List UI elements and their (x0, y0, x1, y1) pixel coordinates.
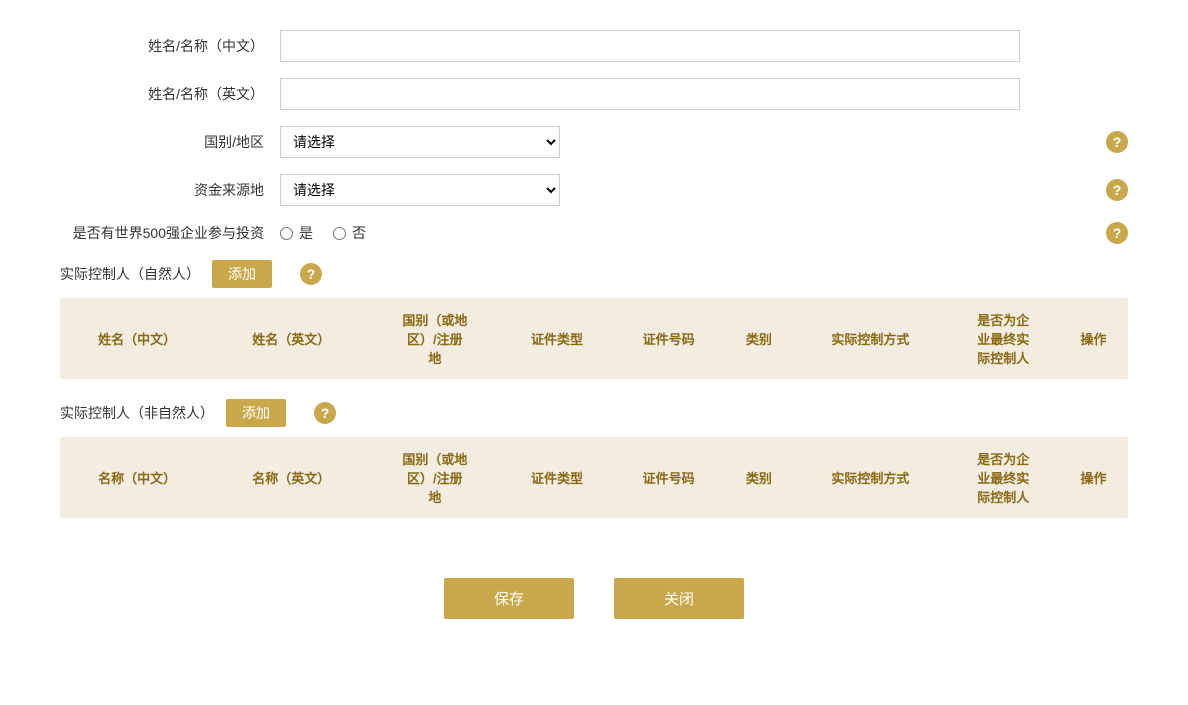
non-natural-controller-header-row: 名称（中文） 名称（英文） 国别（或地区）/注册地 证件类型 证件号码 类别 实… (60, 437, 1128, 518)
natural-controller-add-btn[interactable]: 添加 (212, 260, 272, 288)
natural-col-name-en: 姓名（英文） (214, 298, 368, 379)
natural-col-name-cn: 姓名（中文） (60, 298, 214, 379)
close-button[interactable]: 关闭 (614, 578, 744, 619)
natural-controller-title: 实际控制人（自然人） (60, 264, 200, 284)
non-natural-col-name-cn: 名称（中文） (60, 437, 214, 518)
fortune500-yes-label[interactable]: 是 (280, 223, 313, 243)
name-en-input[interactable] (280, 78, 1020, 110)
name-en-row: 姓名/名称（英文） (60, 78, 1128, 110)
country-label: 国别/地区 (60, 132, 280, 152)
natural-controller-header-row: 姓名（中文） 姓名（英文） 国别（或地区）/注册地 证件类型 证件号码 类别 实… (60, 298, 1128, 379)
natural-controller-thead: 姓名（中文） 姓名（英文） 国别（或地区）/注册地 证件类型 证件号码 类别 实… (60, 298, 1128, 379)
non-natural-controller-help-icon[interactable]: ? (314, 402, 336, 424)
fortune500-yes-text: 是 (299, 223, 313, 243)
natural-col-is-final: 是否为企业最终实际控制人 (947, 298, 1059, 379)
save-button[interactable]: 保存 (444, 578, 574, 619)
non-natural-controller-header: 实际控制人（非自然人） 添加 ? (60, 399, 1128, 427)
fortune500-help-icon[interactable]: ? (1106, 222, 1128, 244)
country-row: 国别/地区 请选择 ? (60, 126, 1128, 158)
natural-col-control-method: 实际控制方式 (793, 298, 947, 379)
country-help-icon[interactable]: ? (1106, 131, 1128, 153)
non-natural-col-category: 类别 (724, 437, 793, 518)
name-cn-label: 姓名/名称（中文） (60, 36, 280, 56)
natural-controller-help-icon[interactable]: ? (300, 263, 322, 285)
non-natural-col-cert-type: 证件类型 (501, 437, 613, 518)
natural-controller-section: 实际控制人（自然人） 添加 ? 姓名（中文） 姓名（英文） 国别（或地区）/注册… (60, 260, 1128, 379)
fortune500-no-radio[interactable] (333, 227, 346, 240)
fortune500-radio-group: 是 否 (280, 223, 366, 243)
fortune500-label: 是否有世界500强企业参与投资 (60, 223, 280, 243)
non-natural-controller-thead: 名称（中文） 名称（英文） 国别（或地区）/注册地 证件类型 证件号码 类别 实… (60, 437, 1128, 518)
fortune500-no-text: 否 (352, 223, 366, 243)
fund-source-help-icon[interactable]: ? (1106, 179, 1128, 201)
name-cn-input[interactable] (280, 30, 1020, 62)
natural-controller-table: 姓名（中文） 姓名（英文） 国别（或地区）/注册地 证件类型 证件号码 类别 实… (60, 298, 1128, 379)
natural-col-cert-type: 证件类型 (501, 298, 613, 379)
fortune500-row: 是否有世界500强企业参与投资 是 否 ? (60, 222, 1128, 244)
name-cn-row: 姓名/名称（中文） (60, 30, 1128, 62)
non-natural-col-control-method: 实际控制方式 (793, 437, 947, 518)
natural-col-operation: 操作 (1059, 298, 1128, 379)
non-natural-col-country: 国别（或地区）/注册地 (368, 437, 501, 518)
non-natural-controller-title: 实际控制人（非自然人） (60, 403, 214, 423)
natural-controller-header: 实际控制人（自然人） 添加 ? (60, 260, 1128, 288)
fortune500-no-label[interactable]: 否 (333, 223, 366, 243)
non-natural-controller-add-btn[interactable]: 添加 (226, 399, 286, 427)
natural-col-country: 国别（或地区）/注册地 (368, 298, 501, 379)
non-natural-controller-table: 名称（中文） 名称（英文） 国别（或地区）/注册地 证件类型 证件号码 类别 实… (60, 437, 1128, 518)
non-natural-col-is-final: 是否为企业最终实际控制人 (947, 437, 1059, 518)
country-select[interactable]: 请选择 (280, 126, 560, 158)
fund-source-label: 资金来源地 (60, 180, 280, 200)
non-natural-col-operation: 操作 (1059, 437, 1128, 518)
non-natural-col-name-en: 名称（英文） (214, 437, 368, 518)
fund-source-select[interactable]: 请选择 (280, 174, 560, 206)
natural-col-cert-no: 证件号码 (613, 298, 725, 379)
fortune500-yes-radio[interactable] (280, 227, 293, 240)
bottom-buttons: 保存 关闭 (60, 558, 1128, 619)
form-container: 姓名/名称（中文） 姓名/名称（英文） 国别/地区 请选择 ? 资金来源地 请选… (60, 30, 1128, 619)
name-en-label: 姓名/名称（英文） (60, 84, 280, 104)
non-natural-controller-section: 实际控制人（非自然人） 添加 ? 名称（中文） 名称（英文） 国别（或地区）/注… (60, 399, 1128, 518)
natural-col-category: 类别 (724, 298, 793, 379)
fund-source-row: 资金来源地 请选择 ? (60, 174, 1128, 206)
non-natural-col-cert-no: 证件号码 (613, 437, 725, 518)
